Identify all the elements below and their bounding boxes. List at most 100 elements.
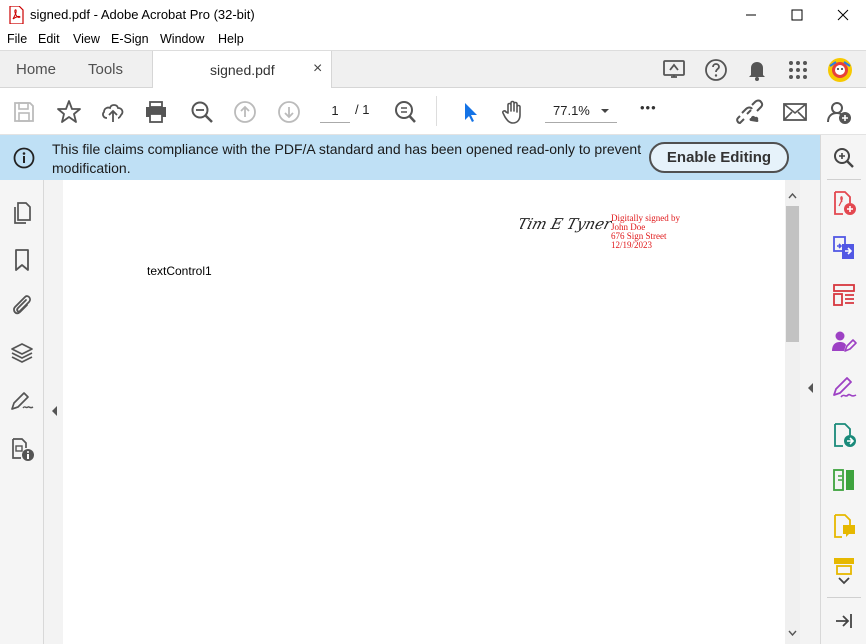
next-page-button[interactable] [275,98,303,126]
create-pdf-button[interactable] [829,188,859,218]
share-link-button[interactable] [736,98,764,126]
rail-divider-bottom [827,597,861,598]
apps-grid-icon[interactable] [785,57,811,83]
envelope-icon [783,103,807,121]
fill-and-sign-button[interactable] [829,373,859,403]
find-button[interactable] [188,98,216,126]
notifications-icon[interactable] [744,57,770,83]
tab-tools[interactable]: Tools [88,61,123,78]
scrollbar-thumb[interactable] [786,206,799,342]
left-panel-toggle[interactable] [44,180,63,644]
text-form-field[interactable]: textControl1 [147,264,212,278]
minimize-button[interactable] [728,0,774,30]
add-user-button[interactable] [825,98,853,126]
info-icon [13,147,35,169]
search-icon [191,101,213,123]
scroll-up-icon[interactable] [788,193,797,199]
more-tools-icon[interactable]: ••• [640,100,657,115]
toolbar-divider [436,96,437,126]
collapse-rail-icon [836,614,852,628]
export-pdf-button[interactable] [829,420,859,450]
bookmark-star-button[interactable] [55,98,83,126]
menu-help[interactable]: Help [218,32,244,46]
maximize-button[interactable] [774,0,820,30]
menu-window[interactable]: Window [160,32,204,46]
previous-page-button[interactable] [231,98,259,126]
right-tools-rail [820,135,866,644]
menu-edit[interactable]: Edit [38,32,60,46]
tab-document[interactable]: signed.pdf × [152,51,332,89]
banner-message: This file claims compliance with the PDF… [52,141,642,176]
page-number-input[interactable]: 1 [320,99,350,123]
close-icon [837,9,849,21]
signature-script: Tim E Tyner [520,215,612,233]
comment-icon [834,514,855,538]
attachment-icon [13,295,31,315]
handwritten-signature: Tim E Tyner [520,215,612,233]
minimize-icon [746,14,756,16]
help-icon[interactable] [703,57,729,83]
create-pdf-icon [834,191,856,215]
tab-bar: Home Tools signed.pdf × [0,50,866,89]
star-icon [57,100,81,123]
comment-button[interactable] [829,511,859,541]
menu-view[interactable]: View [73,32,100,46]
pdf-app-icon [9,6,24,24]
fill-sign-icon [833,377,857,398]
save-button[interactable] [10,98,38,126]
email-button[interactable] [781,98,809,126]
signature-panel-icon [11,392,34,410]
print-button[interactable] [142,98,170,126]
attachments-button[interactable] [8,291,36,319]
hand-tool-button[interactable] [499,98,527,126]
collapse-rail-button[interactable] [829,606,859,636]
layers-icon [11,343,33,363]
compare-files-button[interactable] [829,465,859,495]
menu-file[interactable]: File [7,32,27,46]
request-signature-button[interactable] [829,327,859,357]
organize-pages-button[interactable] [829,280,859,310]
close-tab-icon[interactable]: × [313,60,322,78]
tab-home[interactable]: Home [16,61,56,78]
chevron-down-icon [601,109,609,113]
content-panel-button[interactable] [8,435,36,463]
compare-icon [833,469,854,491]
zoom-search-button[interactable] [829,143,859,173]
zoom-search-icon [834,148,854,168]
bookmarks-button[interactable] [8,246,36,274]
signature-line-4: 12/19/2023 [611,240,653,250]
document-tab-label: signed.pdf [210,62,275,78]
organize-pages-icon [833,284,855,306]
main-toolbar: 1 / 1 77.1% ••• [0,88,866,135]
select-tool-button[interactable] [456,98,484,126]
content-icon [12,438,34,461]
more-tools-button[interactable] [829,569,859,593]
zoom-value: 77.1% [553,103,590,118]
pdfa-notification-banner: This file claims compliance with the PDF… [0,135,820,180]
export-pdf-icon [834,423,856,447]
scroll-down-icon[interactable] [788,630,797,636]
zoom-select[interactable]: 77.1% [545,99,617,123]
arrow-down-circle-icon [278,101,300,123]
menu-esign[interactable]: E-Sign [111,32,149,46]
bookmark-icon [15,249,29,271]
combine-files-button[interactable] [829,233,859,263]
share-screen-icon[interactable] [661,57,687,83]
page-thumbnails-button[interactable] [8,199,36,227]
layers-button[interactable] [8,339,36,367]
digital-signature-details: Digitally signed by John Doe 676 Sign St… [611,214,680,250]
menu-bar: File Edit View E-Sign Window Help [0,30,866,50]
left-navigation-rail [0,180,44,644]
page-total: / 1 [355,102,370,117]
zoom-tool-button[interactable] [391,98,419,126]
close-window-button[interactable] [820,0,866,30]
right-panel-toggle[interactable] [800,180,820,644]
print-icon [146,101,166,123]
zoom-marquee-icon [395,101,416,123]
request-signature-icon [832,331,857,352]
user-avatar[interactable] [826,56,854,84]
upload-button[interactable] [99,98,127,126]
link-cloud-icon [736,99,764,125]
signature-panel-button[interactable] [8,387,36,415]
enable-editing-button[interactable]: Enable Editing [649,142,789,173]
